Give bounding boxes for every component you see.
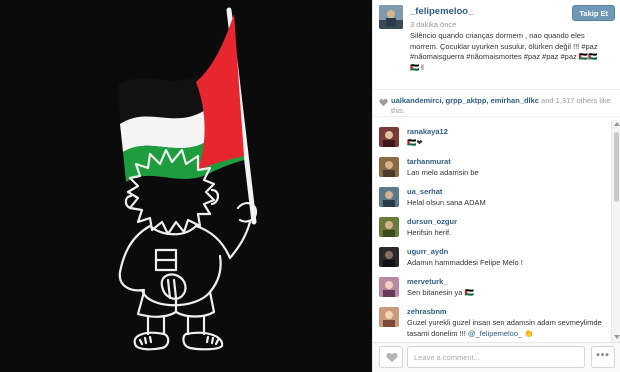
scroll-thumb[interactable] <box>614 132 619 202</box>
scroll-up-arrow-icon[interactable] <box>614 122 620 126</box>
comments-scrollbar[interactable] <box>611 120 620 342</box>
comment-text: Sen bitanesin ya 🇵🇸 <box>407 288 474 297</box>
likes-bar: ualkandemirci, grpp_aktpp, emirhan_dlkc … <box>373 89 620 117</box>
comment-mention[interactable]: @_felipemeloo_ <box>468 329 522 338</box>
commenter-username[interactable]: dursun_ozgur <box>407 217 457 226</box>
scroll-down-arrow-icon[interactable] <box>614 335 620 339</box>
owner-avatar[interactable] <box>379 5 403 29</box>
likers-names[interactable]: ualkandemirci, grpp_aktpp, emirhan_dlkc <box>391 96 539 105</box>
commenter-username[interactable]: ua_serhat <box>407 187 442 196</box>
post-side-panel: _felipemeloo_ 3 dakika önce Silêncio qua… <box>372 0 620 372</box>
comments-list[interactable]: ranakaya12 🇵🇸❤ tarhanmurat Lan melo adam… <box>373 120 611 342</box>
comment-text: Guzel yurekli guzel insan sen adamsin ad… <box>407 318 607 339</box>
comment-text-end: 👏 <box>522 328 534 338</box>
like-button[interactable] <box>379 346 403 368</box>
more-options-button[interactable]: ••• <box>591 346 615 368</box>
post-header: _felipemeloo_ 3 dakika önce Silêncio qua… <box>373 0 620 86</box>
heart-icon <box>379 98 388 107</box>
commenter-avatar[interactable] <box>379 217 399 237</box>
commenter-username[interactable]: tarhanmurat <box>407 157 451 166</box>
comment-footer: ••• <box>373 342 620 372</box>
comment-text: Herifsin herif. <box>407 228 452 237</box>
comment-text: Lan melo adamsin be <box>407 168 479 177</box>
commenter-username[interactable]: zehrasbnm <box>407 307 447 316</box>
commenter-username[interactable]: ugurr_aydn <box>407 247 448 256</box>
comment-text: Adamın hammaddesi Felipe Melo ! <box>407 258 523 267</box>
post-time: 3 dakika önce <box>410 20 457 29</box>
owner-username[interactable]: _felipemeloo_ <box>410 6 473 17</box>
commenter-avatar[interactable] <box>379 307 399 327</box>
post-caption: Silêncio quando crianças dormem , nao qu… <box>410 31 598 72</box>
commenter-avatar[interactable] <box>379 277 399 297</box>
comment-text: 🇵🇸❤ <box>407 138 423 147</box>
heart-icon <box>386 352 398 363</box>
commenter-username[interactable]: merveturk_ <box>407 277 447 286</box>
commenter-avatar[interactable] <box>379 187 399 207</box>
commenter-avatar[interactable] <box>379 247 399 267</box>
commenter-avatar[interactable] <box>379 157 399 177</box>
commenter-avatar[interactable] <box>379 127 399 147</box>
comment-input[interactable] <box>407 346 585 368</box>
comment-text: Helal olsun sana ADAM <box>407 198 486 207</box>
likes-text: ualkandemirci, grpp_aktpp, emirhan_dlkc … <box>391 96 613 116</box>
post-photo <box>0 0 372 372</box>
palestine-flag <box>118 14 244 182</box>
follow-button[interactable]: Takip Et <box>572 5 615 21</box>
handala-figure <box>118 148 258 351</box>
handala-drawing <box>118 7 258 351</box>
commenter-username[interactable]: ranakaya12 <box>407 127 448 136</box>
